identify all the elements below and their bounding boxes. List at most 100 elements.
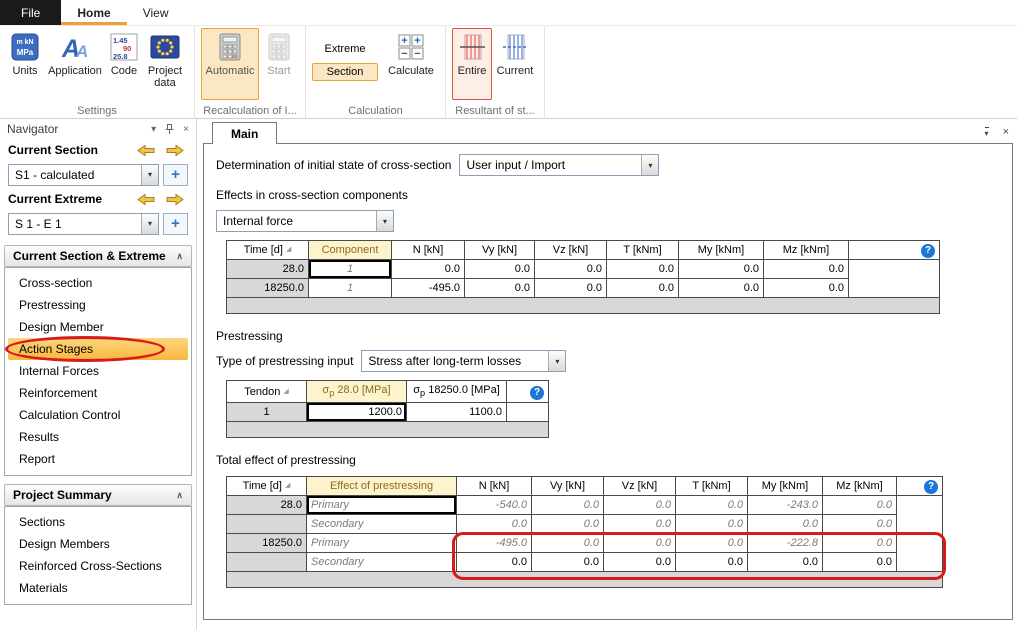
effect-cell[interactable]: Primary [307, 534, 457, 553]
sidebar-item-materials[interactable]: Materials [8, 577, 188, 599]
extreme-button[interactable]: Extreme [312, 40, 378, 58]
previous-extreme-button[interactable] [133, 191, 159, 207]
collapse-icon[interactable]: ∧ [176, 251, 183, 262]
help-icon[interactable]: ? [530, 386, 544, 400]
sidebar-item-results[interactable]: Results [8, 426, 188, 448]
calculate-button[interactable]: + + − − Calculate [383, 28, 439, 100]
help-icon[interactable]: ? [924, 480, 938, 494]
initial-state-combobox[interactable]: User input / Import ▾ [459, 154, 659, 176]
column-header-time[interactable]: Time [d]◢ [227, 477, 307, 496]
arrow-left-icon [136, 144, 156, 157]
column-header-mz[interactable]: Mz [kNm] [764, 241, 849, 260]
column-header-t[interactable]: T [kNm] [607, 241, 679, 260]
column-header-my[interactable]: My [kNm] [748, 477, 823, 496]
application-button[interactable]: A A Application [44, 28, 106, 100]
section-toggle-button[interactable]: Section [312, 63, 378, 81]
column-header-effect[interactable]: Effect of prestressing [307, 477, 457, 496]
column-header-sigma-28[interactable]: σp 28.0 [MPa] [307, 381, 407, 403]
previous-section-button[interactable] [133, 142, 159, 158]
column-header-sigma-18250[interactable]: σp 18250.0 [MPa] [407, 381, 507, 403]
svg-text:−: − [414, 48, 420, 60]
column-header-tendon[interactable]: Tendon◢ [227, 381, 307, 403]
sidebar-item-reinforced-cross-sections[interactable]: Reinforced Cross-Sections [8, 555, 188, 577]
plus-icon: + [171, 166, 180, 183]
sidebar-item-cross-section[interactable]: Cross-section [8, 272, 188, 294]
column-header-vz[interactable]: Vz [kN] [535, 241, 607, 260]
collapse-icon[interactable]: ∧ [176, 490, 183, 501]
tendon-cell[interactable]: 1 [227, 403, 307, 422]
group-header-current-section-extreme[interactable]: Current Section & Extreme ∧ [4, 245, 192, 267]
sidebar-item-calculation-control[interactable]: Calculation Control [8, 404, 188, 426]
ribbon-group-recalculation: Automatic Start Recalculation of I... [195, 26, 306, 118]
automatic-toggle-button[interactable]: Automatic [201, 28, 259, 100]
start-button[interactable]: Start [259, 28, 299, 100]
code-button[interactable]: 1.45 90 25.8 Code [106, 28, 142, 100]
help-icon[interactable]: ? [921, 244, 935, 258]
tab-main[interactable]: Main [212, 122, 277, 144]
chevron-down-icon[interactable]: ▾ [141, 214, 158, 234]
column-header-n[interactable]: N [kN] [457, 477, 532, 496]
code-label: Code [111, 65, 137, 77]
svg-text:+: + [401, 35, 407, 47]
chevron-down-icon[interactable]: ▾ [548, 351, 565, 371]
time-cell[interactable] [227, 515, 307, 534]
column-header-n[interactable]: N [kN] [392, 241, 465, 260]
chevron-down-icon[interactable]: ▾ [141, 165, 158, 185]
column-header-vz[interactable]: Vz [kN] [604, 477, 676, 496]
chevron-down-icon[interactable]: ▾ [641, 155, 658, 175]
tab-home[interactable]: Home [61, 0, 126, 25]
window-menu-icon[interactable]: ▾ [151, 124, 156, 135]
sidebar-item-prestressing[interactable]: Prestressing [8, 294, 188, 316]
time-cell[interactable]: 28.0 [227, 260, 309, 279]
current-extreme-combobox[interactable]: S 1 - E 1 ▾ [8, 213, 159, 235]
tab-file[interactable]: File [0, 0, 61, 25]
sidebar-item-report[interactable]: Report [8, 448, 188, 470]
sidebar-item-sections[interactable]: Sections [8, 511, 188, 533]
project-data-button[interactable]: Project data [142, 28, 188, 100]
group-header-project-summary[interactable]: Project Summary ∧ [4, 484, 192, 506]
sidebar-item-design-members[interactable]: Design Members [8, 533, 188, 555]
current-extreme-selector-row: S 1 - E 1 ▾ + [0, 210, 196, 237]
column-header-vy[interactable]: Vy [kN] [465, 241, 535, 260]
column-header-mz[interactable]: Mz [kNm] [823, 477, 897, 496]
time-cell[interactable]: 18250.0 [227, 534, 307, 553]
add-section-button[interactable]: + [163, 164, 188, 186]
sidebar-item-reinforcement[interactable]: Reinforcement [8, 382, 188, 404]
component-cell[interactable]: 1 [309, 279, 392, 298]
entire-toggle-button[interactable]: Entire [452, 28, 492, 100]
tab-view[interactable]: View [127, 0, 185, 25]
time-cell[interactable]: 18250.0 [227, 279, 309, 298]
close-icon[interactable]: × [183, 124, 189, 135]
close-icon[interactable]: × [1003, 126, 1009, 138]
effect-cell[interactable]: Secondary [307, 515, 457, 534]
chevron-down-icon[interactable]: ▾ [376, 211, 393, 231]
entire-section-icon [457, 32, 487, 62]
column-header-component[interactable]: Component [309, 241, 392, 260]
sidebar-item-design-member[interactable]: Design Member [8, 316, 188, 338]
current-toggle-button[interactable]: Current [492, 28, 538, 100]
table-filler-row [227, 572, 943, 588]
time-cell[interactable] [227, 553, 307, 572]
effect-cell[interactable]: Secondary [307, 553, 457, 572]
column-header-vy[interactable]: Vy [kN] [532, 477, 604, 496]
svg-text:25.8: 25.8 [113, 52, 128, 61]
effects-combobox[interactable]: Internal force ▾ [216, 210, 394, 232]
add-extreme-button[interactable]: + [163, 213, 188, 235]
column-header-time[interactable]: Time [d]◢ [227, 241, 309, 260]
current-section-combobox[interactable]: S1 - calculated ▾ [8, 164, 159, 186]
column-header-my[interactable]: My [kNm] [679, 241, 764, 260]
time-cell[interactable]: 28.0 [227, 496, 307, 515]
pin-icon[interactable] [165, 124, 174, 135]
units-button[interactable]: m kN MPa Units [6, 28, 44, 100]
column-header-t[interactable]: T [kNm] [676, 477, 748, 496]
table-row: 18250.0 1 -495.0 0.0 0.0 0.0 0.0 0.0 [227, 279, 940, 298]
component-cell[interactable]: 1 [309, 260, 392, 279]
effect-cell[interactable]: Primary [307, 496, 457, 515]
prestressing-type-combobox[interactable]: Stress after long-term losses ▾ [361, 350, 566, 372]
tendon-stress-table: Tendon◢ σp 28.0 [MPa] σp 18250.0 [MPa] ?… [226, 380, 549, 438]
sidebar-item-internal-forces[interactable]: Internal Forces [8, 360, 188, 382]
dock-menu-icon[interactable]: ▾ [985, 127, 989, 138]
next-section-button[interactable] [162, 142, 188, 158]
next-extreme-button[interactable] [162, 191, 188, 207]
sidebar-item-action-stages[interactable]: Action Stages [8, 338, 188, 360]
